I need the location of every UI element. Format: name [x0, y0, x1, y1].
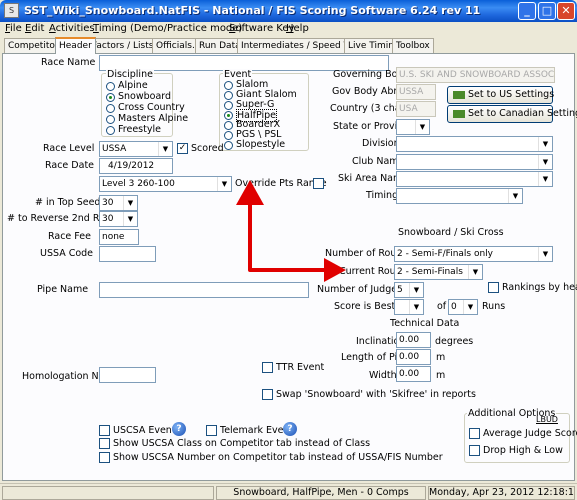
status-datetime: Monday, Apr 23, 2012 12:18:14 pm: [428, 486, 575, 500]
annotation-arrowhead-right: [324, 258, 346, 282]
status-info: Snowboard, HalfPipe, Men - 0 Comps: [216, 486, 426, 500]
status-cell-empty: [2, 486, 214, 500]
annotation-arrow-line: [248, 200, 330, 272]
status-bar: Snowboard, HalfPipe, Men - 0 Comps Monda…: [0, 483, 577, 500]
tab-header[interactable]: Header: [55, 37, 96, 54]
annotation-arrowhead-up: [236, 180, 264, 205]
annotation-arrow: [236, 180, 346, 282]
